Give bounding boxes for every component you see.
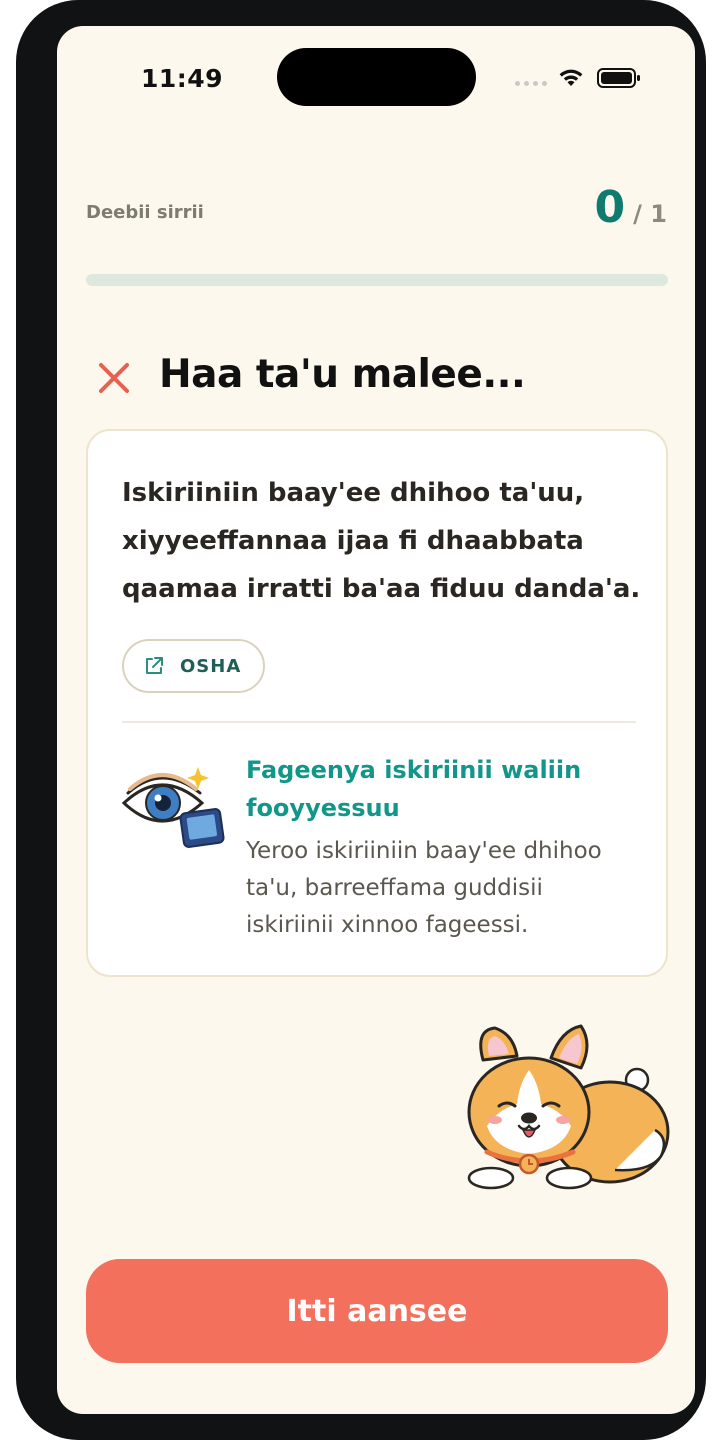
result-title: Haa ta'u malee...	[159, 352, 526, 397]
next-button[interactable]: Itti aansee	[86, 1259, 668, 1363]
tip-title: Fageenya iskiriinii waliin fooyyessuu	[246, 756, 582, 822]
tip-body: Yeroo iskiriiniin baay'ee dhihoo ta'u, b…	[246, 838, 602, 938]
phone-frame: 11:49 Deebii sirrii 0 / 1 Haa ta'u malee	[16, 0, 706, 1440]
explanation-card: Iskiriiniin baay'ee dhihoo ta'uu, xiyyee…	[86, 429, 668, 977]
score-counter: 0 / 1	[595, 186, 667, 230]
card-divider	[122, 721, 636, 723]
correct-answers-label: Deebii sirrii	[86, 202, 204, 223]
dynamic-island	[277, 48, 476, 106]
corgi-mascot-illustration	[467, 1024, 670, 1190]
close-icon	[99, 363, 129, 393]
score-current: 0	[594, 182, 626, 233]
score-total: / 1	[633, 200, 667, 228]
source-label: OSHA	[180, 655, 242, 677]
progress-bar	[86, 274, 668, 286]
app-screen: 11:49 Deebii sirrii 0 / 1 Haa ta'u malee	[57, 26, 695, 1414]
external-link-icon	[146, 657, 163, 674]
wifi-icon	[559, 69, 583, 86]
cellular-signal-icon	[515, 81, 547, 87]
battery-icon	[597, 68, 640, 88]
eye-screen-illustration	[121, 767, 225, 848]
source-link-button[interactable]: OSHA	[122, 639, 266, 693]
status-time: 11:49	[141, 64, 224, 93]
explanation-text: Iskiriiniin baay'ee dhihoo ta'uu, xiyyee…	[122, 478, 641, 604]
